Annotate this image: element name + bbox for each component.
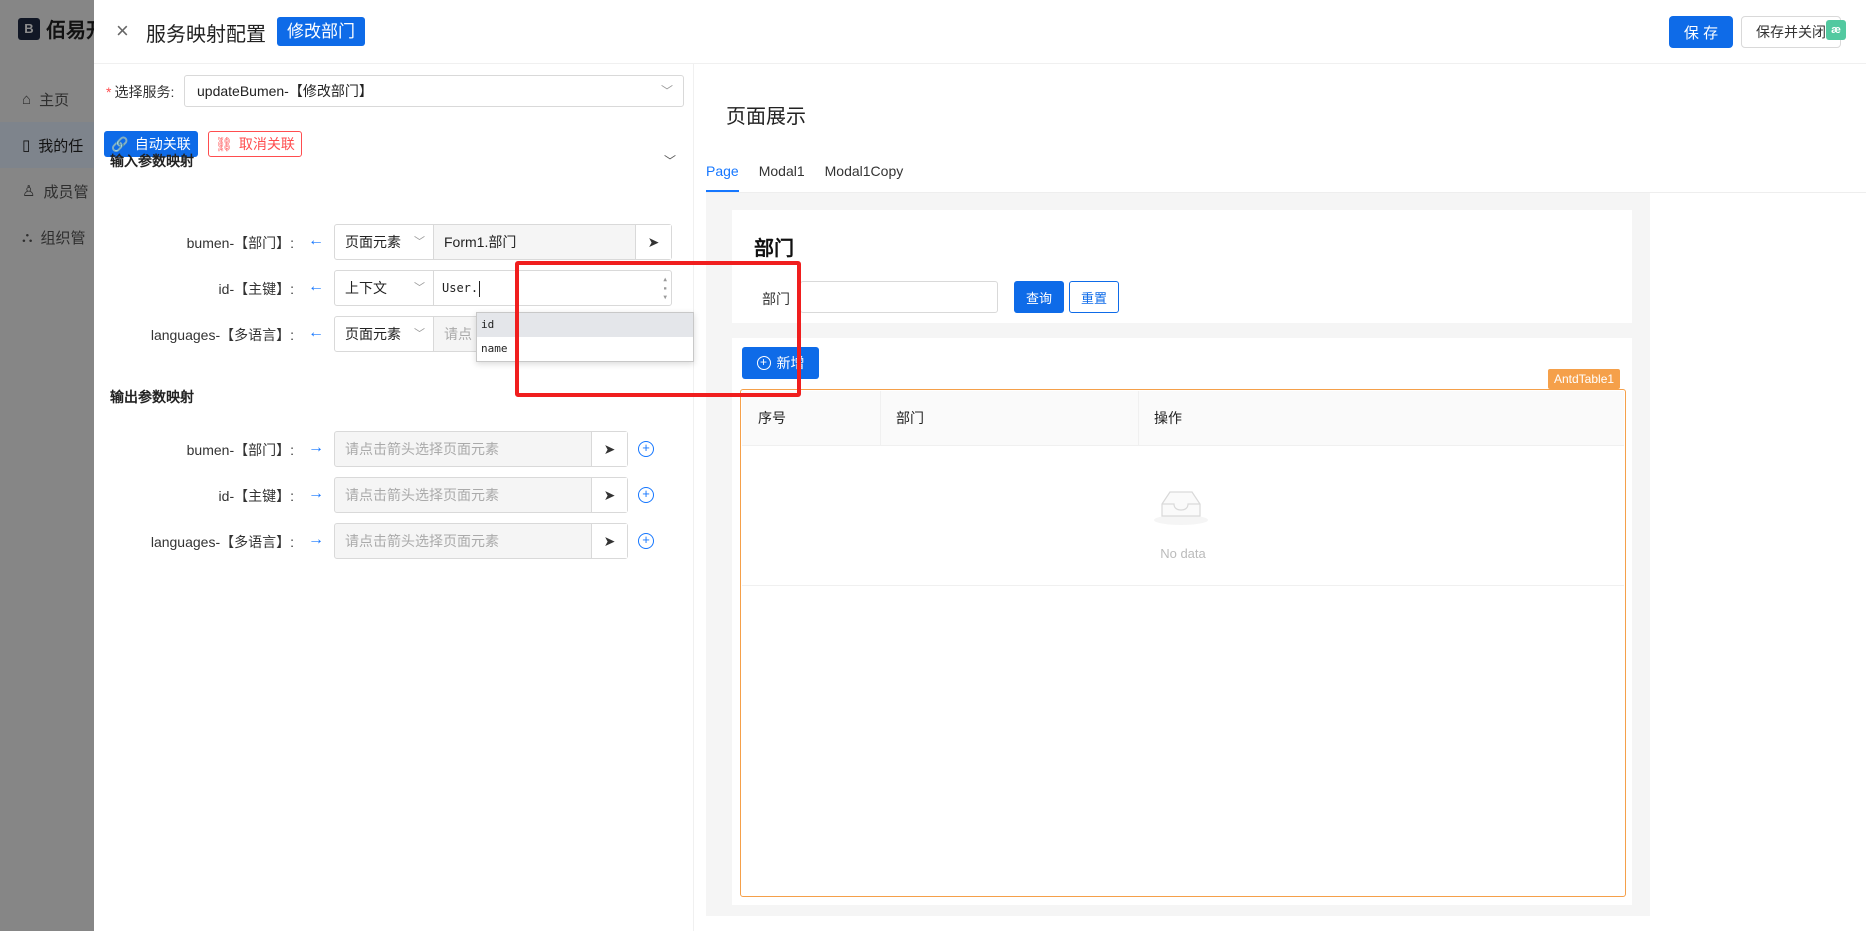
modal-mask[interactable]: [0, 0, 94, 931]
table-card: + 新增 AntdTable1 序号 部门 操作 No data: [732, 338, 1632, 905]
canvas-side-area: [1650, 193, 1866, 917]
source-type-select[interactable]: 上下文 ﹀: [334, 270, 434, 306]
output-row-languages: languages-【多语言】: → 请点击箭头选择页面元素 ➤ +: [94, 523, 694, 559]
autocomplete-dropdown: id name: [476, 312, 694, 362]
add-button-label: 新增: [776, 355, 805, 371]
reset-button[interactable]: 重置: [1069, 281, 1119, 313]
output-row-id: id-【主键】: → 请点击箭头选择页面元素 ➤ +: [94, 477, 694, 513]
chevron-down-icon: ﹀: [414, 328, 425, 340]
column-header: 操作: [1154, 410, 1182, 426]
arrow-right-icon: →: [308, 485, 324, 502]
column-header: 序号: [758, 410, 786, 426]
source-type-select[interactable]: 页面元素 ﹀: [334, 316, 434, 352]
search-card: 部门 部门 查询 重置: [732, 210, 1632, 323]
output-row-bumen: bumen-【部门】: → 请点击箭头选择页面元素 ➤ +: [94, 431, 694, 467]
tab-page[interactable]: Page: [706, 156, 739, 192]
preview-canvas: 部门 部门 查询 重置 + 新增 AntdTable1 序号 部门 操作 No …: [706, 192, 1866, 917]
preview-title: 页面展示: [726, 106, 806, 128]
chevron-down-icon: ﹀: [660, 84, 673, 98]
source-type-select[interactable]: 页面元素 ﹀: [334, 224, 434, 260]
empty-inbox-icon: [1154, 491, 1208, 525]
arrow-right-icon: →: [308, 439, 324, 456]
add-circle-icon[interactable]: +: [638, 441, 654, 457]
close-icon[interactable]: ×: [116, 18, 129, 44]
code-input-text: User.: [442, 281, 479, 295]
autocomplete-option-name[interactable]: name: [477, 337, 693, 361]
add-circle-icon[interactable]: +: [638, 487, 654, 503]
cancel-link-label: 取消关联: [238, 136, 295, 152]
table-header: 序号 部门 操作: [742, 391, 1624, 446]
pointer-select-icon[interactable]: ➤: [591, 524, 627, 558]
preview-tabs: Page Modal1 Modal1Copy: [706, 156, 903, 192]
context-code-input[interactable]: User. ▲ ▪ ▼: [433, 270, 672, 306]
save-button[interactable]: 保 存: [1669, 16, 1733, 48]
cancel-link-button[interactable]: ⛓ 取消关联: [208, 131, 302, 157]
component-badge: AntdTable1: [1548, 369, 1621, 389]
service-mapping-drawer: × 服务映射配置 修改部门 保 存 保存并关闭 æ * 选择服务: updateB…: [94, 0, 1866, 931]
output-target-field[interactable]: 请点击箭头选择页面元素 ➤: [334, 431, 628, 467]
param-label: id-【主键】:: [218, 281, 294, 297]
autocomplete-option-id[interactable]: id: [477, 313, 693, 337]
page-preview-panel: 页面展示 Page Modal1 Modal1Copy 部门 部门 查询 重置 …: [694, 64, 1866, 931]
service-select-value: updateBumen-【修改部门】: [197, 83, 373, 99]
link-icon: 🔗: [111, 135, 129, 152]
tab-modal1copy[interactable]: Modal1Copy: [825, 156, 904, 192]
mapping-config-panel: * 选择服务: updateBumen-【修改部门】 ﹀ 🔗 自动关联 ⛓ 取消关…: [94, 64, 694, 931]
required-mark: *: [106, 84, 112, 100]
arrow-left-icon: ←: [308, 278, 324, 295]
query-button[interactable]: 查询: [1014, 281, 1064, 313]
input-mapping-title: 输入参数映射: [110, 153, 194, 169]
param-label: bumen-【部门】:: [186, 235, 294, 251]
empty-text: No data: [1160, 546, 1206, 561]
search-field-input[interactable]: [800, 281, 998, 313]
source-type-value: 页面元素: [345, 234, 401, 250]
source-type-value: 页面元素: [345, 326, 401, 342]
param-label: id-【主键】:: [218, 488, 294, 504]
tab-modal1[interactable]: Modal1: [759, 156, 805, 192]
service-select[interactable]: updateBumen-【修改部门】 ﹀: [184, 75, 684, 107]
arrow-left-icon: ←: [308, 324, 324, 341]
mapped-value-field[interactable]: Form1.部门 ➤: [433, 224, 672, 260]
output-target-placeholder: 请点击箭头选择页面元素: [345, 533, 499, 549]
output-target-field[interactable]: 请点击箭头选择页面元素 ➤: [334, 477, 628, 513]
title-tag: 修改部门: [277, 17, 365, 46]
pointer-select-icon[interactable]: ➤: [591, 478, 627, 512]
table-empty-body: No data: [742, 446, 1624, 586]
arrow-right-icon: →: [308, 531, 324, 548]
chevron-down-icon: ﹀: [414, 282, 425, 294]
scroll-arrows-icon[interactable]: ▲ ▪ ▼: [663, 275, 667, 302]
drawer-header: × 服务映射配置 修改部门 保 存 保存并关闭 æ: [94, 0, 1866, 64]
text-caret: [479, 280, 481, 297]
table-component-frame[interactable]: 序号 部门 操作 No data: [740, 389, 1626, 897]
param-label: bumen-【部门】:: [186, 442, 294, 458]
service-label-text: 选择服务:: [114, 84, 175, 100]
output-target-placeholder: 请点击箭头选择页面元素: [345, 487, 499, 503]
search-field-label: 部门: [762, 291, 790, 307]
output-target-field[interactable]: 请点击箭头选择页面元素 ➤: [334, 523, 628, 559]
pointer-select-icon[interactable]: ➤: [635, 225, 671, 259]
param-label: languages-【多语言】:: [150, 534, 294, 550]
mapped-value-text: Form1.部门: [444, 234, 517, 250]
output-target-placeholder: 请点击箭头选择页面元素: [345, 441, 499, 457]
service-label: * 选择服务:: [106, 82, 174, 102]
pointer-select-icon[interactable]: ➤: [591, 432, 627, 466]
add-circle-icon[interactable]: +: [638, 533, 654, 549]
drawer-title: 服务映射配置: [146, 24, 266, 46]
source-type-value: 上下文: [345, 280, 387, 296]
mapped-value-placeholder: 请点: [444, 326, 472, 342]
input-row-id: id-【主键】: ← 上下文 ﹀ User. ▲ ▪ ▼: [94, 270, 694, 306]
arrow-left-icon: ←: [308, 232, 324, 249]
search-card-title: 部门: [754, 238, 794, 260]
add-button[interactable]: + 新增: [742, 347, 819, 379]
chevron-down-icon: ﹀: [414, 236, 425, 248]
input-row-bumen: bumen-【部门】: ← 页面元素 ﹀ Form1.部门 ➤: [94, 224, 694, 260]
column-header: 部门: [896, 410, 924, 426]
chevron-down-icon[interactable]: ﹀: [664, 152, 676, 169]
extension-badge-icon[interactable]: æ: [1826, 20, 1846, 40]
output-mapping-title: 输出参数映射: [110, 389, 194, 405]
unlink-icon: ⛓: [215, 135, 233, 152]
param-label: languages-【多语言】:: [150, 327, 294, 343]
plus-circle-icon: +: [756, 356, 771, 370]
